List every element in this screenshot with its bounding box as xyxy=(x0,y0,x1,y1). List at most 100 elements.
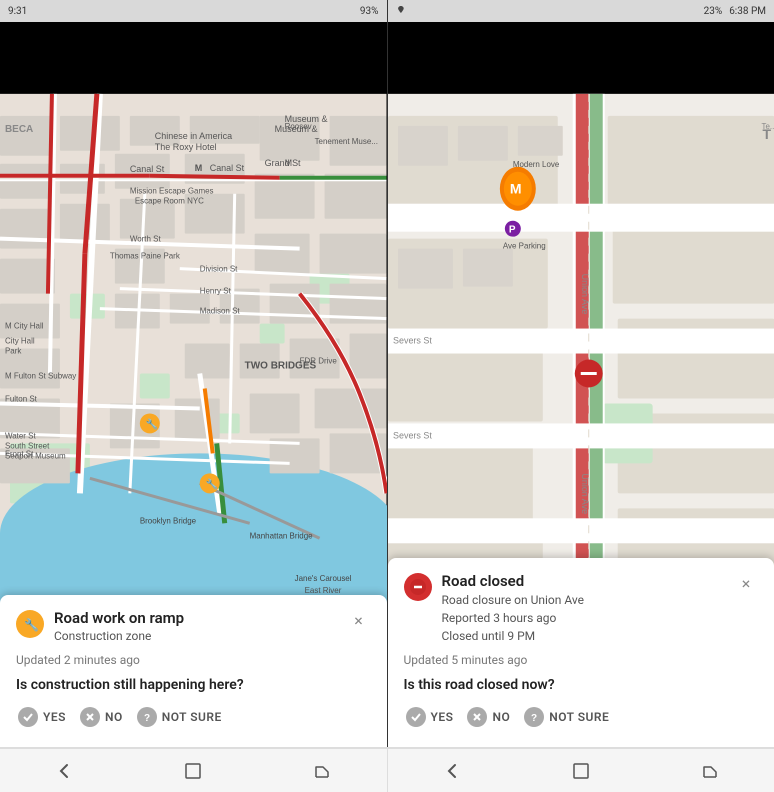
svg-text:M: M xyxy=(195,163,202,173)
svg-text:Canal St: Canal St xyxy=(210,163,245,173)
right-card-title: Road closed xyxy=(442,572,585,592)
right-no-label: NO xyxy=(492,710,510,724)
right-card-subtitle: Road closure on Union Ave Reported 3 hou… xyxy=(442,591,585,645)
right-yes-icon xyxy=(406,707,426,727)
svg-text:Tenement Muse...: Tenement Muse... xyxy=(315,137,378,146)
left-status-time: 9:31 xyxy=(8,6,27,17)
left-close-button[interactable]: × xyxy=(347,609,371,633)
left-home-button[interactable] xyxy=(173,751,213,791)
left-yes-button[interactable]: YES xyxy=(16,703,68,731)
svg-text:Water St: Water St xyxy=(5,431,36,440)
right-home-icon xyxy=(572,762,590,780)
right-back-button[interactable] xyxy=(432,751,472,791)
right-card-actions: YES NO ? xyxy=(404,703,759,731)
right-recent-button[interactable] xyxy=(690,751,730,791)
svg-text:M City Hall: M City Hall xyxy=(5,322,44,331)
right-yes-label: YES xyxy=(431,710,454,724)
question-circle-icon-right: ? xyxy=(526,709,542,725)
svg-text:Chinese in America: Chinese in America xyxy=(155,131,232,141)
left-not-sure-label: NOT SURE xyxy=(162,710,222,724)
right-card-subtitle-line3: Closed until 9 PM xyxy=(442,629,536,643)
right-status-right: 23% 6:38 PM xyxy=(704,6,766,17)
location-pin-status-icon xyxy=(396,6,410,16)
left-card-subtitle: Construction zone xyxy=(54,628,184,645)
left-not-sure-icon: ? xyxy=(137,707,157,727)
left-nav-bar xyxy=(0,748,388,792)
svg-text:Union Ave: Union Ave xyxy=(579,473,589,514)
right-not-sure-icon: ? xyxy=(524,707,544,727)
left-no-button[interactable]: NO xyxy=(78,703,125,731)
right-close-button[interactable]: × xyxy=(734,572,758,596)
x-circle-icon-right xyxy=(469,709,485,725)
right-info-card: Road closed Road closure on Union Ave Re… xyxy=(388,558,774,748)
right-card-icon xyxy=(404,573,432,601)
svg-text:Thomas Paine Park: Thomas Paine Park xyxy=(110,252,180,261)
right-back-icon xyxy=(442,761,462,781)
left-time: 9:31 xyxy=(8,6,27,17)
right-not-sure-label: NOT SURE xyxy=(549,710,609,724)
svg-text:Seaport Museum: Seaport Museum xyxy=(5,451,66,460)
left-card-header-left: 🔧 Road work on ramp Construction zone xyxy=(16,609,347,645)
left-card-question: Is construction still happening here? xyxy=(16,677,371,693)
svg-text:Canal St: Canal St xyxy=(130,164,165,174)
svg-text:Fulton St: Fulton St xyxy=(5,394,38,403)
svg-text:BECA: BECA xyxy=(5,124,33,135)
svg-text:Modern Love: Modern Love xyxy=(512,160,559,169)
svg-text:🔧: 🔧 xyxy=(146,417,158,430)
left-back-icon xyxy=(54,761,74,781)
svg-text:Severs St: Severs St xyxy=(392,336,431,346)
left-not-sure-button[interactable]: ? NOT SURE xyxy=(135,703,224,731)
svg-text:?: ? xyxy=(144,713,151,724)
svg-text:Union Ave: Union Ave xyxy=(579,274,589,315)
left-recent-button[interactable] xyxy=(302,751,342,791)
right-home-button[interactable] xyxy=(561,751,601,791)
right-not-sure-button[interactable]: ? NOT SURE xyxy=(522,703,611,731)
right-card-header-left: Road closed Road closure on Union Ave Re… xyxy=(404,572,735,646)
checkmark-icon xyxy=(20,709,36,725)
svg-text:Park: Park xyxy=(5,347,21,356)
left-card-title: Road work on ramp xyxy=(54,609,184,629)
right-nav-bar xyxy=(388,748,774,792)
question-circle-icon: ? xyxy=(139,709,155,725)
svg-text:Jane's Carousel: Jane's Carousel xyxy=(295,574,352,583)
left-back-button[interactable] xyxy=(44,751,84,791)
construction-icon: 🔧 xyxy=(22,616,38,632)
right-card-question: Is this road closed now? xyxy=(404,677,759,693)
right-status-bar: 23% 6:38 PM xyxy=(388,0,774,22)
right-battery: 23% xyxy=(704,6,723,17)
right-card-text: Road closed Road closure on Union Ave Re… xyxy=(442,572,585,646)
right-card-subtitle-line1: Road closure on Union Ave xyxy=(442,593,585,607)
svg-text:M: M xyxy=(285,158,292,168)
svg-text:East River: East River xyxy=(305,586,342,595)
right-time: 6:38 PM xyxy=(729,6,766,17)
svg-text:🔧: 🔧 xyxy=(206,477,218,490)
left-card-icon: 🔧 xyxy=(16,610,44,638)
left-status-bar: 9:31 93% xyxy=(0,0,387,22)
left-card-updated: Updated 2 minutes ago xyxy=(16,653,371,667)
road-closed-icon xyxy=(410,579,426,595)
right-screen: 23% 6:38 PM xyxy=(388,0,774,747)
left-status-icons: 93% xyxy=(360,6,379,17)
svg-text:Severs St: Severs St xyxy=(392,430,431,440)
svg-text:Grand St: Grand St xyxy=(265,158,301,168)
left-card-header: 🔧 Road work on ramp Construction zone × xyxy=(16,609,371,645)
svg-text:Mission Escape Games: Mission Escape Games xyxy=(130,187,214,196)
svg-text:?: ? xyxy=(531,713,538,724)
svg-text:M Fulton St Subway: M Fulton St Subway xyxy=(5,371,76,380)
right-recent-icon xyxy=(701,762,719,780)
svg-text:Escape Room NYC: Escape Room NYC xyxy=(135,197,204,206)
right-yes-button[interactable]: YES xyxy=(404,703,456,731)
svg-text:M: M xyxy=(509,181,521,197)
left-screen: 9:31 93% xyxy=(0,0,388,747)
right-no-button[interactable]: NO xyxy=(465,703,512,731)
right-card-header: Road closed Road closure on Union Ave Re… xyxy=(404,572,759,646)
right-no-icon xyxy=(467,707,487,727)
left-yes-icon xyxy=(18,707,38,727)
left-recent-icon xyxy=(313,762,331,780)
left-card-text: Road work on ramp Construction zone xyxy=(54,609,184,645)
svg-text:Henry St: Henry St xyxy=(200,287,232,296)
svg-text:Manhattan Bridge: Manhattan Bridge xyxy=(250,531,313,540)
svg-text:Brooklyn Bridge: Brooklyn Bridge xyxy=(140,516,197,525)
left-home-icon xyxy=(184,762,202,780)
svg-text:Te...: Te... xyxy=(761,122,774,131)
